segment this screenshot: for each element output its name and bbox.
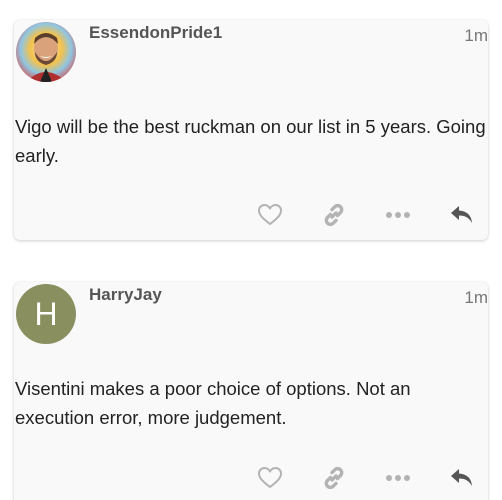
ellipsis-icon — [386, 475, 410, 481]
username[interactable]: HarryJay — [89, 285, 162, 305]
post-actions — [256, 464, 476, 492]
ellipsis-icon — [386, 212, 410, 218]
post-timestamp[interactable]: 1m — [464, 26, 488, 46]
reply-button[interactable] — [448, 464, 476, 492]
reply-icon — [451, 206, 472, 223]
post-card: EssendonPride1 1m Vigo will be the best … — [14, 20, 488, 240]
copy-link-button[interactable] — [320, 464, 348, 492]
post-feed: EssendonPride1 1m Vigo will be the best … — [0, 0, 502, 500]
avatar[interactable] — [16, 22, 76, 82]
more-options-button[interactable] — [384, 464, 412, 492]
link-icon — [324, 466, 344, 490]
post-body: Visentini makes a poor choice of options… — [15, 378, 411, 428]
avatar[interactable]: H — [16, 284, 76, 344]
post-timestamp[interactable]: 1m — [464, 288, 488, 308]
username[interactable]: EssendonPride1 — [89, 23, 222, 43]
post-card: H HarryJay 1m Visentini makes a poor cho… — [14, 282, 488, 500]
like-button[interactable] — [256, 201, 284, 229]
avatar-letter: H — [34, 296, 58, 332]
post-actions — [256, 201, 476, 229]
heart-icon — [257, 466, 283, 489]
like-button[interactable] — [256, 464, 284, 492]
post-body: Vigo will be the best ruckman on our lis… — [15, 116, 486, 166]
user-avatar-image — [16, 22, 76, 82]
link-icon — [324, 203, 344, 227]
more-options-button[interactable] — [384, 201, 412, 229]
reply-button[interactable] — [448, 201, 476, 229]
reply-icon — [451, 469, 472, 486]
heart-icon — [257, 203, 283, 226]
copy-link-button[interactable] — [320, 201, 348, 229]
